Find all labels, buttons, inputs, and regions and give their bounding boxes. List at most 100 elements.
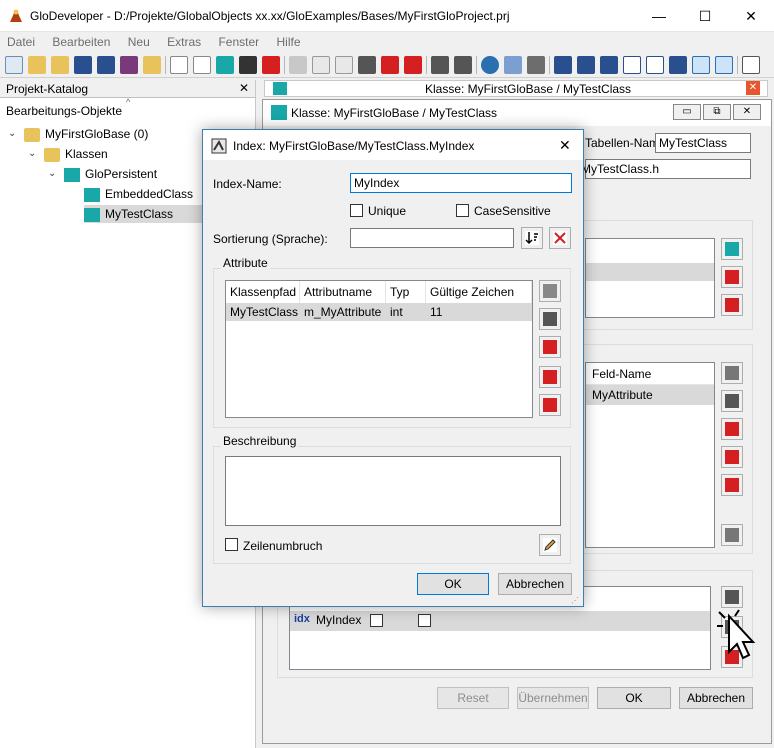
- mdi-tab[interactable]: Klasse: MyFirstGloBase / MyTestClass ✕: [264, 80, 768, 97]
- tree-item-embeddedclass[interactable]: EmbeddedClass: [84, 185, 193, 203]
- attribute-up-button[interactable]: [721, 446, 743, 468]
- dlg-delete-attribute-button[interactable]: [539, 336, 561, 358]
- delete-icon[interactable]: [262, 56, 280, 74]
- edit-description-button[interactable]: [539, 534, 561, 556]
- delete-attribute-button[interactable]: [721, 418, 743, 440]
- header-file-input[interactable]: MyTestClass.h: [581, 159, 751, 179]
- new-project-icon[interactable]: [5, 56, 23, 74]
- attribute-extra-button[interactable]: [721, 524, 743, 546]
- save-all-icon[interactable]: [97, 56, 115, 74]
- edit-attribute-button[interactable]: [721, 390, 743, 412]
- zeilenumbruch-checkbox[interactable]: [225, 538, 238, 551]
- class-add-button[interactable]: [721, 238, 743, 260]
- tile-horizontal-icon[interactable]: [577, 56, 595, 74]
- add-index-button[interactable]: [721, 586, 743, 608]
- chevron-down-icon[interactable]: ⌄: [48, 168, 56, 179]
- new-class-icon[interactable]: [193, 56, 211, 74]
- windows-icon[interactable]: [669, 56, 687, 74]
- open-folder-2-icon[interactable]: [51, 56, 69, 74]
- minimize-icon[interactable]: ▭: [673, 104, 701, 120]
- panel-right-icon[interactable]: [715, 56, 733, 74]
- dlg-edit-attribute-button[interactable]: [539, 308, 561, 330]
- add-attribute-icon[interactable]: [431, 56, 449, 74]
- menu-hilfe[interactable]: Hilfe: [270, 32, 308, 49]
- attribute-list[interactable]: Feld-Name MyAttribute: [585, 362, 715, 548]
- sort-select-button[interactable]: [521, 227, 543, 249]
- tile-vertical-icon[interactable]: [600, 56, 618, 74]
- menu-datei[interactable]: Datei: [0, 32, 42, 49]
- index-unique-checkbox[interactable]: [370, 614, 383, 627]
- beschreibung-textarea[interactable]: [225, 456, 561, 526]
- dlg-attribute-up-button[interactable]: [539, 366, 561, 388]
- feld-name-header[interactable]: Feld-Name: [586, 363, 714, 385]
- casesensitive-checkbox[interactable]: [456, 204, 469, 217]
- attribute-table[interactable]: Klassenpfad Attributname Typ Gültige Zei…: [225, 280, 533, 418]
- mdi-close-icon[interactable]: ✕: [746, 81, 760, 95]
- cut-icon[interactable]: [289, 56, 307, 74]
- menu-bearbeiten[interactable]: Bearbeiten: [45, 32, 117, 49]
- minimize-button[interactable]: —: [636, 0, 682, 32]
- tree-item-base[interactable]: MyFirstGloBase (0): [24, 125, 148, 143]
- unique-checkbox[interactable]: [350, 204, 363, 217]
- sort-clear-button[interactable]: [549, 227, 571, 249]
- apply-button[interactable]: Übernehmen: [517, 687, 589, 709]
- new-window-icon[interactable]: [646, 56, 664, 74]
- dlg-add-attribute-button[interactable]: [539, 280, 561, 302]
- list-1[interactable]: [585, 238, 715, 318]
- table-row[interactable]: MyTestClass m_MyAttribute int 11: [226, 303, 532, 321]
- copy-icon[interactable]: [312, 56, 330, 74]
- open-folder-icon[interactable]: [28, 56, 46, 74]
- index-name-input[interactable]: MyIndex: [350, 173, 572, 193]
- tree-item-glopersistent[interactable]: GloPersistent: [64, 165, 157, 183]
- globe-icon[interactable]: [481, 56, 499, 74]
- tree-item-classes[interactable]: Klassen: [44, 145, 108, 163]
- paste-icon[interactable]: [335, 56, 353, 74]
- dialog-ok-button[interactable]: OK: [417, 573, 489, 595]
- column-attributname[interactable]: Attributname: [300, 281, 386, 303]
- tree-item-mytestclass[interactable]: MyTestClass: [84, 205, 204, 223]
- restore-icon[interactable]: ⧉: [703, 104, 731, 120]
- new-file-icon[interactable]: [170, 56, 188, 74]
- ok-button[interactable]: OK: [597, 687, 671, 709]
- delete-attribute-2-icon[interactable]: [404, 56, 422, 74]
- move-down-button[interactable]: [721, 294, 743, 316]
- add-attribute-button[interactable]: [721, 362, 743, 384]
- menu-extras[interactable]: Extras: [160, 32, 208, 49]
- chevron-down-icon[interactable]: ⌄: [8, 128, 16, 139]
- attribute-icon[interactable]: [358, 56, 376, 74]
- dlg-attribute-down-button[interactable]: [539, 394, 561, 416]
- column-zeichen[interactable]: Gültige Zeichen: [426, 281, 532, 303]
- tools-icon[interactable]: [527, 56, 545, 74]
- maximize-button[interactable]: ☐: [682, 0, 728, 32]
- delete-attribute-icon[interactable]: [381, 56, 399, 74]
- grid-icon[interactable]: [504, 56, 522, 74]
- panel-close-icon[interactable]: ✕: [239, 81, 249, 95]
- list-1-selected-row[interactable]: [586, 263, 714, 281]
- index-case-checkbox[interactable]: [418, 614, 431, 627]
- menu-neu[interactable]: Neu: [121, 32, 157, 49]
- cancel-button[interactable]: Abbrechen: [679, 687, 753, 709]
- save-icon[interactable]: [74, 56, 92, 74]
- panel-left-icon[interactable]: [692, 56, 710, 74]
- window-icon[interactable]: [623, 56, 641, 74]
- sort-input[interactable]: [350, 228, 514, 248]
- help-book-icon[interactable]: [742, 56, 760, 74]
- dialog-cancel-button[interactable]: Abbrechen: [498, 573, 572, 595]
- attribute-down-button[interactable]: [721, 474, 743, 496]
- cascade-icon[interactable]: [554, 56, 572, 74]
- chevron-down-icon[interactable]: ⌄: [28, 148, 36, 159]
- class-teal-icon[interactable]: [216, 56, 234, 74]
- column-typ[interactable]: Typ: [386, 281, 426, 303]
- move-up-button[interactable]: [721, 266, 743, 288]
- column-klassenpfad[interactable]: Klassenpfad: [226, 281, 300, 303]
- index-row[interactable]: idx MyIndex: [290, 611, 710, 631]
- close-button[interactable]: ✕: [728, 0, 774, 32]
- menu-fenster[interactable]: Fenster: [211, 32, 266, 49]
- dialog-close-icon[interactable]: ✕: [559, 137, 571, 154]
- reset-button[interactable]: Reset: [437, 687, 509, 709]
- add-index-icon[interactable]: [454, 56, 472, 74]
- close-icon[interactable]: ✕: [733, 104, 761, 120]
- resize-grip-icon[interactable]: ⋰: [571, 596, 579, 605]
- properties-icon[interactable]: [120, 56, 138, 74]
- feld-name-row[interactable]: MyAttribute: [586, 385, 714, 405]
